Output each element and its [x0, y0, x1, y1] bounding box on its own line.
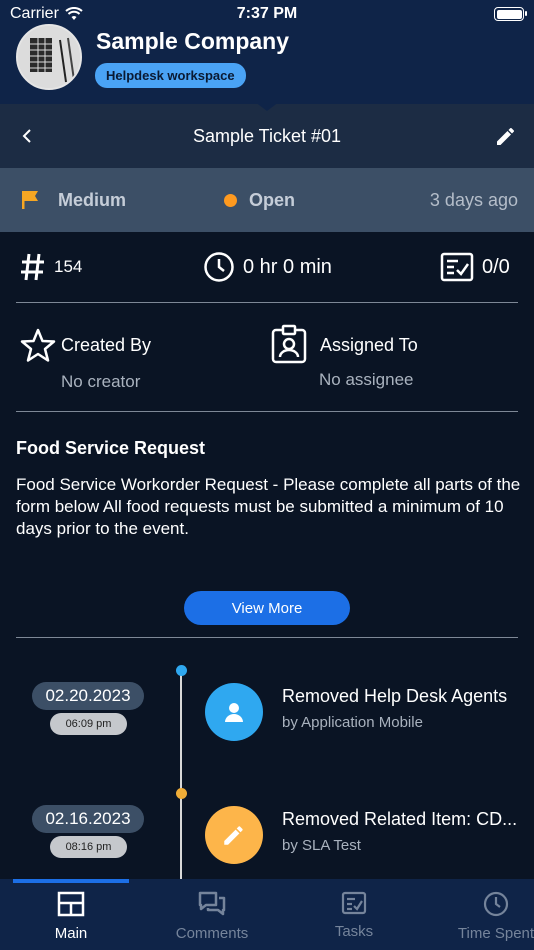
description-title: Food Service Request [16, 438, 206, 458]
time-spent-stat: 0 hr 0 min [203, 251, 332, 283]
timeline-title: Removed Related Item: CD... [282, 809, 518, 829]
star-icon [20, 328, 56, 362]
timeline-dot [176, 665, 187, 676]
checklist-icon [440, 252, 474, 282]
tasks-icon [341, 891, 367, 915]
tab-time-spent[interactable]: Time Spent [456, 891, 534, 942]
main-layout-icon [57, 891, 85, 917]
pencil-icon [224, 826, 243, 845]
divider [16, 411, 518, 412]
workspace-badge[interactable]: Helpdesk workspace [95, 63, 246, 88]
ticket-number-stat: 154 [20, 252, 82, 282]
timeline-title: Removed Help Desk Agents [282, 686, 508, 706]
clock-time: 7:37 PM [236, 5, 298, 22]
created-by-value: No creator [61, 372, 141, 391]
tasks-value: 0/0 [482, 255, 510, 278]
divider [16, 637, 518, 638]
status-dot [224, 193, 237, 207]
divider [16, 302, 518, 303]
timeline-dot [176, 788, 187, 799]
ticket-age: 3 days ago [429, 189, 518, 210]
tab-label: Comments [175, 925, 249, 942]
timeline-date: 02.20.2023 [32, 682, 144, 710]
tab-label: Time Spent [457, 925, 534, 942]
timeline-avatar [205, 806, 263, 864]
bottom-tab-bar: Main Comments Tasks Time Spent [0, 879, 534, 950]
priority-indicator: Medium [20, 189, 126, 211]
flag-icon [22, 191, 38, 209]
tasks-stat: 0/0 [440, 252, 510, 282]
timeline-line [180, 672, 182, 882]
clock-icon [204, 252, 234, 282]
ticket-number: 154 [54, 257, 83, 276]
status-label: Open [249, 189, 296, 210]
company-avatar[interactable] [16, 24, 82, 90]
tab-comments[interactable]: Comments [174, 891, 250, 942]
timeline-date: 02.16.2023 [32, 805, 144, 833]
ticket-title: Sample Ticket #01 [192, 125, 342, 146]
ticket-stats: 154 0 hr 0 min 0/0 [0, 240, 534, 294]
timeline-time: 06:09 pm [50, 713, 127, 735]
created-by-label: Created By [61, 335, 152, 355]
company-name: Sample Company [96, 28, 289, 54]
active-tab-indicator [13, 879, 129, 883]
chevron-left-icon [22, 129, 31, 143]
header-pointer [255, 102, 279, 111]
timeline-avatar [205, 683, 263, 741]
back-button[interactable] [16, 124, 40, 148]
tab-label: Tasks [334, 923, 374, 940]
view-more-button[interactable]: View More [184, 591, 350, 625]
priority-label: Medium [58, 189, 127, 210]
edit-button[interactable] [494, 124, 518, 148]
hash-icon [21, 253, 44, 281]
company-header: Sample Company Helpdesk workspace [0, 24, 534, 104]
badge-icon [271, 324, 307, 364]
status-indicator: Open [224, 190, 295, 211]
user-icon [225, 703, 243, 722]
comments-icon [198, 891, 226, 916]
timeline-subtitle: by SLA Test [282, 837, 361, 854]
ticket-nav-bar: Sample Ticket #01 [0, 104, 534, 168]
time-spent-value: 0 hr 0 min [243, 255, 332, 278]
description-body: Food Service Workorder Request - Please … [16, 475, 521, 538]
timeline-time: 08:16 pm [50, 836, 127, 858]
tab-main[interactable]: Main [42, 891, 100, 942]
assigned-to-value: No assignee [319, 370, 414, 389]
ticket-meta-bar: Medium Open 3 days ago [0, 168, 534, 232]
tab-tasks[interactable]: Tasks [334, 891, 374, 940]
assigned-to-label: Assigned To [320, 335, 418, 355]
clock-icon [483, 891, 509, 917]
timeline-subtitle: by Application Mobile [282, 714, 423, 731]
pencil-icon [497, 128, 514, 145]
tab-label: Main [54, 925, 88, 942]
